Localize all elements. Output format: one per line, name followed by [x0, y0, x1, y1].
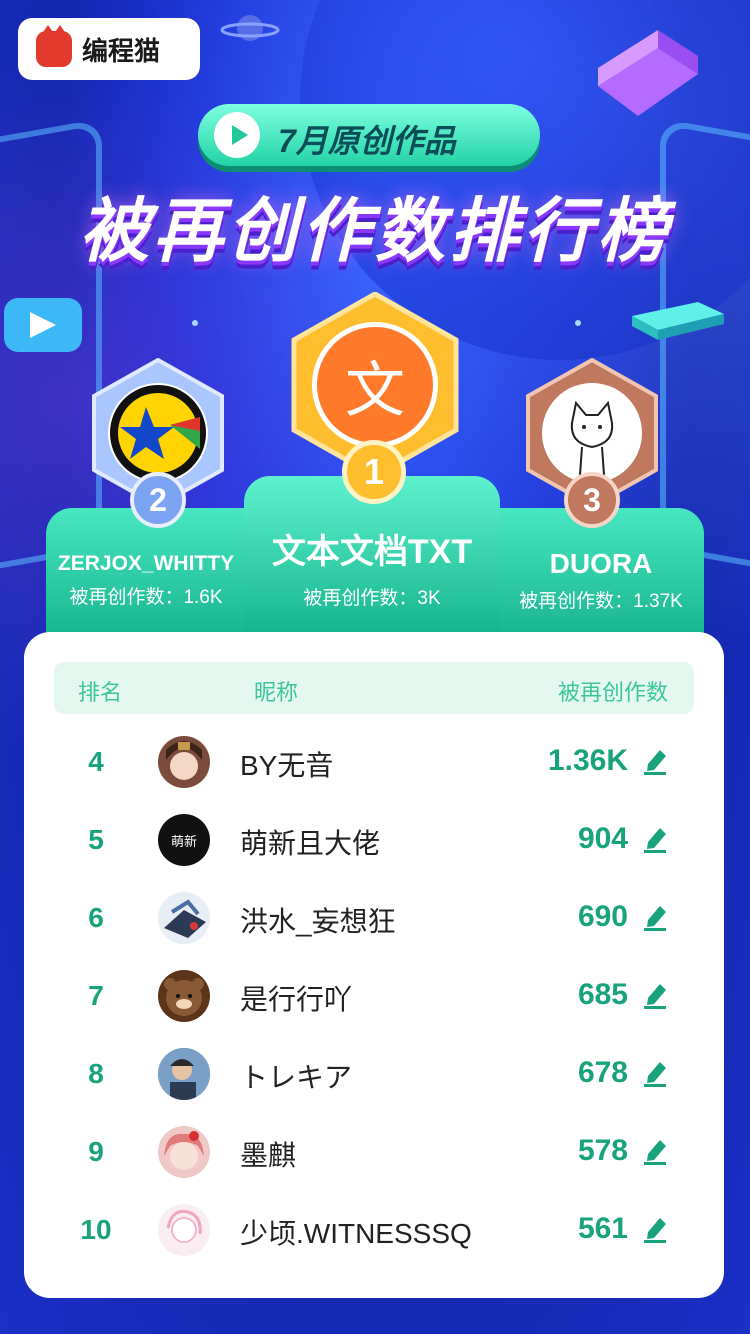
- row-name: トレキア: [240, 1062, 353, 1093]
- table-row[interactable]: 5 萌新 萌新且大佬 904: [24, 802, 724, 880]
- row-rank: 5: [88, 824, 104, 855]
- slab-decoration: [632, 302, 724, 340]
- pen-icon: [644, 1062, 666, 1087]
- rank-1-medal: 1: [342, 440, 406, 504]
- table-row[interactable]: 7 是行行吖 685: [24, 958, 724, 1036]
- row-name: 少顷.WITNESSSQ: [240, 1218, 472, 1249]
- pen-icon: [644, 984, 666, 1009]
- row-name: BY无音: [240, 750, 334, 781]
- header-count: 被再创作数: [557, 680, 668, 705]
- second-place-avatar-frame[interactable]: 2: [90, 358, 226, 528]
- user-avatar[interactable]: [158, 1126, 210, 1178]
- podium-third-count: 被再创作数：1.37K: [519, 591, 683, 612]
- header-nickname: 昵称: [254, 680, 299, 705]
- podium-second: ZERJOX_WHITTY 被再创作数：1.6K: [46, 508, 246, 636]
- podium-second-count: 被再创作数：1.6K: [69, 587, 223, 608]
- subtitle-text: 7月原创作品: [278, 123, 456, 159]
- row-count: 1.36K: [547, 744, 628, 777]
- row-rank: 6: [88, 902, 104, 933]
- podium-third-name: DUORA: [549, 548, 653, 579]
- row-name: 是行行吖: [240, 984, 353, 1015]
- first-place-avatar-frame[interactable]: 文 1: [290, 292, 460, 504]
- row-count: 578: [577, 1134, 628, 1167]
- row-name: 洪水_妄想狂: [240, 906, 396, 937]
- third-place-avatar-frame[interactable]: 3: [524, 358, 660, 528]
- row-rank: 10: [80, 1214, 112, 1245]
- subtitle-badge: 7月原创作品: [198, 104, 540, 166]
- user-avatar[interactable]: [158, 1048, 210, 1100]
- row-count: 561: [577, 1212, 628, 1245]
- header-rank: 排名: [78, 680, 123, 705]
- row-rank: 7: [88, 980, 104, 1011]
- podium-second-name: ZERJOX_WHITTY: [57, 552, 235, 575]
- pen-icon: [644, 750, 666, 775]
- user-avatar[interactable]: 萌新: [158, 814, 210, 866]
- rank-3-medal: 3: [564, 472, 620, 528]
- table-row[interactable]: 10 少顷.WITNESSSQ 561: [24, 1192, 724, 1270]
- first-place-avatar: 文: [312, 322, 438, 448]
- row-count: 685: [577, 978, 628, 1011]
- row-rank: 4: [88, 746, 104, 777]
- row-name: 墨麒: [240, 1140, 297, 1171]
- rank-2-medal: 2: [130, 472, 186, 528]
- saturn-decoration: [220, 15, 280, 41]
- podium-first-name: 文本文档TXT: [271, 533, 473, 571]
- star-decoration: [192, 320, 198, 326]
- document-glyph: 文: [345, 355, 405, 426]
- table-header: 排名 昵称 被再创作数: [54, 662, 694, 714]
- podium-third: DUORA 被再创作数：1.37K: [498, 508, 704, 636]
- play-icon: [214, 112, 260, 158]
- user-avatar[interactable]: [158, 892, 210, 944]
- star-decoration: [575, 320, 581, 326]
- second-place-avatar: [108, 383, 208, 483]
- row-count: 904: [577, 822, 628, 855]
- pen-icon: [644, 906, 666, 931]
- user-avatar[interactable]: [158, 1204, 210, 1256]
- cat-logo-icon: [36, 25, 72, 67]
- pen-icon: [644, 1140, 666, 1165]
- third-place-avatar: [542, 383, 642, 483]
- ranking-page: 编程猫 7月原创作品 被再创作数排行榜 ZERJOX_WHITTY 被再创作数：…: [0, 0, 750, 1334]
- avatar-text: 萌新: [170, 833, 197, 849]
- table-row[interactable]: 4 BY无音 1.36K: [24, 724, 724, 802]
- pen-icon: [644, 1218, 666, 1243]
- row-rank: 8: [88, 1058, 104, 1089]
- podium-first-count: 被再创作数：3K: [303, 588, 441, 609]
- play-decoration: [4, 298, 82, 352]
- page-title: 被再创作数排行榜: [79, 192, 671, 270]
- table-row[interactable]: 8 トレキア 678: [24, 1036, 724, 1114]
- cube-decoration: [598, 30, 698, 116]
- row-name: 萌新且大佬: [240, 828, 381, 859]
- pen-icon: [644, 828, 666, 853]
- brand-name: 编程猫: [82, 35, 161, 66]
- table-row[interactable]: 9 墨麒 578: [24, 1114, 724, 1192]
- row-count: 678: [577, 1056, 628, 1089]
- user-avatar[interactable]: [158, 736, 210, 788]
- brand-logo[interactable]: 编程猫: [18, 18, 200, 80]
- ranking-table: 排名 昵称 被再创作数 4 BY无音 1.36K 5 萌新 萌新且大佬 904 …: [24, 632, 724, 1298]
- user-avatar[interactable]: [158, 970, 210, 1022]
- row-count: 690: [577, 900, 628, 933]
- table-row[interactable]: 6 洪水_妄想狂 690: [24, 880, 724, 958]
- row-rank: 9: [88, 1136, 104, 1167]
